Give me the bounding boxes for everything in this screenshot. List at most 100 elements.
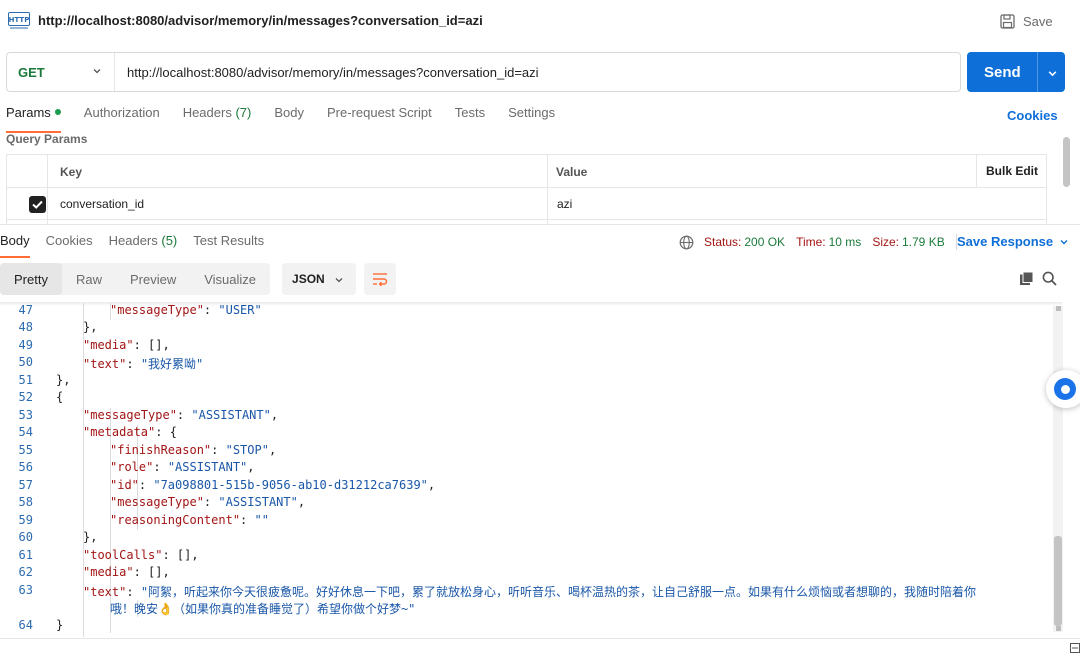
url-input[interactable]: http://localhost:8080/advisor/memory/in/… [115,65,539,80]
json-punctuation: : [211,443,226,457]
editor-scrollbar-thumb[interactable] [1054,536,1062,626]
json-punctuation: : [138,478,154,492]
json-punctuation: } [56,618,64,632]
chevron-down-icon [93,69,101,74]
tab-params[interactable]: Params [6,105,61,133]
request-tab-title[interactable]: http://localhost:8080/advisor/memory/in/… [38,13,483,28]
code-text: "media": [], [83,338,170,352]
line-number: 60 [18,530,33,544]
code-line: 47 "messageType": "USER" [0,303,1053,320]
json-string: "ASSISTANT" [191,408,271,422]
send-button[interactable]: Send [967,52,1065,92]
line-number: 48 [18,320,33,334]
send-label: Send [984,63,1021,81]
response-tab-test-results[interactable]: Test Results [193,233,264,253]
param-key[interactable]: conversation_id [60,197,144,211]
tab-tests[interactable]: Tests [455,105,485,127]
chevron-down-icon [335,278,343,283]
code-text: "role": "ASSISTANT", [110,460,255,474]
code-text: }, [83,320,97,334]
table-row: conversation_id azi [7,188,1046,220]
view-raw-button[interactable]: Raw [62,263,116,295]
format-select[interactable]: JSON [282,263,357,295]
response-tabs: Body Cookies Headers (5) Test Results [0,233,280,258]
globe-icon[interactable] [679,235,694,250]
save-response-button[interactable]: Save Response [957,234,1069,249]
json-punctuation: : [126,585,141,599]
code-text: "messageType": "ASSISTANT", [83,408,278,422]
save-button[interactable]: Save [1000,11,1053,31]
tab-headers[interactable]: Headers (7) [183,105,252,127]
code-line: 57 "id": "7a098801-515b-9056-ab10-d31212c… [0,478,1053,495]
code-line: 58 "messageType": "ASSISTANT", [0,495,1053,512]
time-label: Time: [796,235,826,249]
line-number: 54 [18,425,33,439]
json-key: "finishReason" [110,443,212,457]
copy-icon[interactable] [1019,271,1034,286]
line-number: 59 [18,513,33,527]
tab-settings[interactable]: Settings [508,105,555,127]
size-value[interactable]: 1.79 KB [902,235,945,249]
bulk-edit-button[interactable]: Bulk Edit [986,164,1038,178]
cookies-link[interactable]: Cookies [1007,108,1058,123]
json-key: "text" [83,357,127,371]
response-tab-body[interactable]: Body [0,233,30,258]
tab-settings-label: Settings [508,105,556,120]
line-number: 57 [18,478,33,492]
response-body-editor[interactable]: 47 "messageType": "USER" 48}, 49 "media": []… [0,303,1053,637]
json-string: 哦！晚安👌（如果你真的准备睡觉了）希望你做个好梦~" [110,602,416,616]
line-number: 56 [18,460,33,474]
wrap-lines-icon [373,273,388,286]
response-tab-headers[interactable]: Headers (5) [109,233,178,253]
tab-authorization[interactable]: Authorization [84,105,160,127]
time-value[interactable]: 10 ms [829,235,862,249]
floating-assistant-button[interactable] [1046,370,1080,408]
code-text: "toolCalls": [], [83,548,199,562]
param-value[interactable]: azi [557,197,572,211]
line-number: 49 [18,338,33,352]
size-label: Size: [872,235,899,249]
code-text: }, [83,530,97,544]
search-icon[interactable] [1042,271,1057,286]
chevron-down-icon[interactable] [1047,68,1058,79]
line-number: 55 [18,443,33,457]
line-number: 47 [18,303,33,317]
view-preview-button[interactable]: Preview [116,263,190,295]
json-punctuation: : [], [162,548,199,562]
code-line: 64} [0,618,1053,635]
json-key: "text" [83,585,127,599]
tab-prerequest-script[interactable]: Pre-request Script [327,105,432,127]
response-divider[interactable] [0,224,1080,225]
json-punctuation: }, [83,530,98,544]
json-string: "ASSISTANT" [167,460,248,474]
view-pretty-button[interactable]: Pretty [0,263,62,295]
json-key: "reasoningContent" [110,513,241,527]
layout-toggle-icon[interactable] [1070,643,1080,653]
tab-body[interactable]: Body [274,105,304,127]
code-line: 62 "media": [], [0,565,1053,582]
params-scrollbar[interactable] [1063,137,1070,187]
json-punctuation: : [240,513,255,527]
code-line: 50 "text": "我好累呦" [0,355,1053,372]
json-string: "我好累呦" [140,357,204,371]
json-string: "阿絮，听起来你今天很疲惫呢。好好休息一下吧，累了就放松身心，听听音乐、喝杯温热… [140,585,977,599]
json-key: "toolCalls" [83,548,163,562]
method-select[interactable]: GET [7,53,115,91]
code-text: { [56,390,63,404]
http-icon: HTTP [8,12,30,29]
tab-authorization-label: Authorization [83,105,160,120]
scroll-up-arrow[interactable] [1056,306,1061,311]
json-punctuation: , [268,443,277,457]
view-visualize-button[interactable]: Visualize [190,263,270,295]
tab-body-label: Body [274,105,304,120]
tab-headers-label: Headers [182,105,232,120]
response-tab-cookies[interactable]: Cookies [46,233,93,253]
view-mode-switch: Pretty Raw Preview Visualize [0,263,271,295]
scroll-down-arrow[interactable] [1056,626,1061,631]
param-enabled-checkbox[interactable] [29,196,46,213]
code-text: "finishReason": "STOP", [110,443,276,457]
code-line: 55 "finishReason": "STOP", [0,443,1053,460]
wrap-lines-button[interactable] [364,263,397,295]
method-label: GET [18,64,45,80]
status-value[interactable]: 200 OK [744,235,785,249]
